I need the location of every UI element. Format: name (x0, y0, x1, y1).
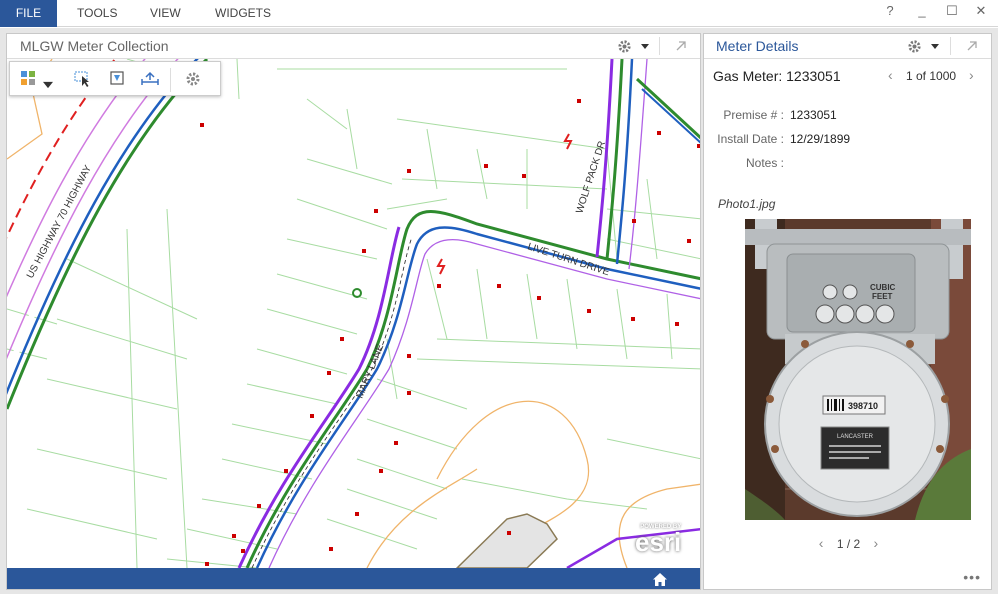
close-icon[interactable]: ✕ (973, 3, 989, 19)
menu-widgets[interactable]: WIDGETS (215, 0, 271, 27)
map-canvas[interactable]: US HIGHWAY 70 HIGHWAY MARY LANE LIVE TUR… (7, 59, 701, 568)
meter-cubic-label: CUBIC (870, 283, 896, 292)
help-icon[interactable]: ? (882, 3, 898, 18)
attribute-label: Notes : (745, 156, 784, 170)
select-icon[interactable] (73, 70, 93, 88)
map-panel-header: MLGW Meter Collection (7, 34, 700, 59)
menu-file[interactable]: FILE (0, 0, 57, 27)
header-divider (659, 37, 660, 55)
minimize-icon[interactable]: _ (914, 3, 930, 18)
attribute-label: Premise # : (723, 108, 784, 122)
esri-logo: POWERED BY esri (635, 524, 682, 557)
photo-pager: ‹ 1 / 2 › (704, 535, 993, 551)
toolbar-divider (170, 68, 171, 92)
detail-panel-title: Meter Details (716, 38, 799, 54)
gear-icon[interactable] (907, 39, 922, 54)
maximize-icon[interactable]: ☐ (944, 3, 960, 19)
attribute-label: Install Date : (717, 132, 784, 146)
attribute-row-notes: Notes : (704, 156, 993, 174)
meter-serial-label: 398710 (848, 401, 878, 411)
meter-details-panel: Meter Details Gas Meter: 1233051 ‹ 1 of … (703, 33, 992, 590)
more-options-icon[interactable]: ••• (963, 569, 981, 585)
photo-pager-text: 1 / 2 (836, 537, 861, 551)
map-panel: MLGW Meter Collection US HIGHWAY 70 HIGH… (6, 33, 701, 590)
meter-maker-label: LANCASTER (837, 434, 874, 440)
gear-icon[interactable] (617, 39, 632, 54)
menu-view[interactable]: VIEW (150, 0, 181, 27)
map-footer (7, 568, 700, 589)
map-toolbar (9, 61, 221, 96)
expand-icon[interactable] (675, 40, 687, 52)
chevron-down-icon[interactable] (641, 44, 649, 49)
previous-record-icon[interactable]: ‹ (888, 67, 893, 83)
tool-settings-icon[interactable] (183, 70, 203, 88)
header-divider (950, 37, 951, 55)
feature-title: Gas Meter: 1233051 (713, 68, 841, 84)
layers-dropdown-icon[interactable] (43, 76, 53, 94)
expand-icon[interactable] (966, 40, 978, 52)
home-icon[interactable] (652, 572, 668, 587)
next-photo-icon[interactable]: › (874, 535, 879, 551)
meter-feet-label: FEET (872, 292, 893, 301)
menu-tools[interactable]: TOOLS (77, 0, 117, 27)
attribute-row-install-date: Install Date : 12/29/1899 (704, 132, 993, 150)
meter-photo[interactable]: CUBIC FEET 398710 LANCASTER (745, 219, 971, 520)
attribute-value: 1233051 (790, 108, 837, 122)
attribute-value: 12/29/1899 (790, 132, 851, 146)
photo-filename: Photo1.jpg (718, 197, 776, 211)
previous-photo-icon[interactable]: ‹ (819, 535, 824, 551)
layers-icon[interactable] (20, 70, 40, 88)
detail-panel-header: Meter Details (704, 34, 991, 59)
measure-icon[interactable] (140, 70, 160, 88)
zoom-to-icon[interactable] (108, 70, 128, 88)
attribute-row-premise: Premise # : 1233051 (704, 108, 993, 126)
record-pager: 1 of 1000 (906, 69, 957, 83)
map-panel-title: MLGW Meter Collection (20, 38, 169, 54)
next-record-icon[interactable]: › (969, 67, 974, 83)
menu-bar: FILE TOOLS VIEW WIDGETS ? _ ☐ ✕ (0, 0, 998, 27)
chevron-down-icon[interactable] (931, 44, 939, 49)
